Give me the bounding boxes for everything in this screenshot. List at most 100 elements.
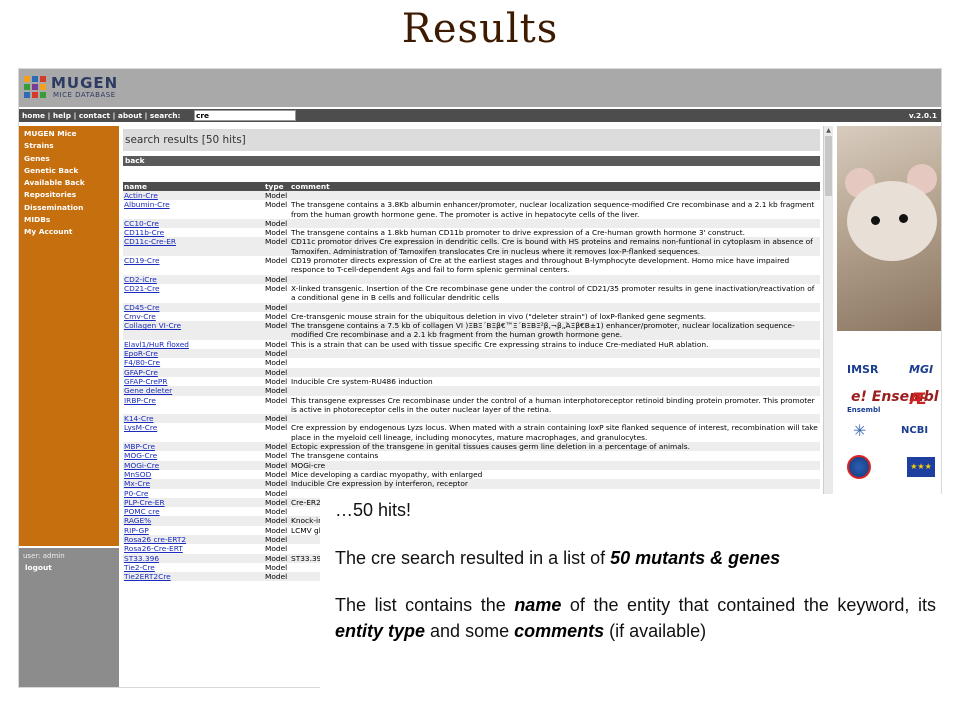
table-row: F4/80-Cre Model xyxy=(123,358,820,368)
logout-link[interactable]: logout xyxy=(19,563,119,572)
result-name-link[interactable]: Cmv-Cre xyxy=(123,311,264,322)
result-name-link[interactable]: MOG-Cre xyxy=(123,451,264,461)
result-type: Model xyxy=(264,553,290,563)
result-type: Model xyxy=(264,349,290,359)
result-comment xyxy=(290,367,820,377)
result-type: Model xyxy=(264,442,290,452)
result-name-link[interactable]: CD2-iCre xyxy=(123,274,264,284)
table-row: CD11c-Cre-ER Model CD11c promotor drives C… xyxy=(123,237,820,257)
imsr-logo[interactable]: IMSR xyxy=(847,363,878,376)
result-comment xyxy=(290,218,820,229)
result-name-link[interactable]: Collagen VI-Cre xyxy=(123,321,264,340)
sidebar-item-repositories[interactable]: Repositories xyxy=(24,189,119,201)
eu-flag-icon: ★★★ xyxy=(907,457,935,477)
result-name-link[interactable]: MBP-Cre xyxy=(123,442,264,452)
result-comment: MOGi-cre xyxy=(290,460,820,470)
result-name-link[interactable]: P0-Cre xyxy=(123,488,264,498)
globe-logo-icon[interactable] xyxy=(847,455,871,479)
column-header-type[interactable]: type xyxy=(264,182,290,191)
result-name-link[interactable]: Rosa26 cre-ERT2 xyxy=(123,534,264,545)
result-name-link[interactable]: POMC cre xyxy=(123,507,264,517)
scroll-up-icon[interactable]: ▲ xyxy=(824,126,833,135)
result-name-link[interactable]: Gene deleter xyxy=(123,386,264,396)
result-comment: Cre-transgenic mouse strain for the ubiq… xyxy=(290,311,820,322)
sidebar-item-genetic-back[interactable]: Genetic Back xyxy=(24,165,119,177)
result-name-link[interactable]: PLP-Cre-ER xyxy=(123,497,264,508)
logo-text[interactable]: MUGEN xyxy=(51,74,118,92)
result-name-link[interactable]: GFAP-Cre xyxy=(123,367,264,377)
result-name-link[interactable]: MOGi-Cre xyxy=(123,460,264,470)
result-name-link[interactable]: RAGE% xyxy=(123,516,264,526)
column-header-name[interactable]: name xyxy=(123,182,264,191)
result-name-link[interactable]: Mx-Cre xyxy=(123,479,264,489)
result-type: Model xyxy=(264,507,290,517)
table-row: GFAP-Cre Model xyxy=(123,367,820,377)
result-name-link[interactable]: CD19-Cre xyxy=(123,256,264,275)
sidebar-item-available-back[interactable]: Available Back xyxy=(24,177,119,189)
table-row: CD11b-Cre Model The transgene contains a 1… xyxy=(123,228,820,238)
result-comment: This is a strain that can be used with t… xyxy=(290,339,820,350)
mouse-head xyxy=(847,181,937,261)
result-name-link[interactable]: CD11c-Cre-ER xyxy=(123,237,264,257)
callout-summary: The cre search resulted in a list of 50 … xyxy=(335,545,936,571)
result-type: Model xyxy=(264,525,290,535)
result-name-link[interactable]: CC10-Cre xyxy=(123,218,264,229)
result-name-link[interactable]: Rosa26-Cre-ERT xyxy=(123,544,264,554)
callout-heading: …50 hits! xyxy=(335,500,412,520)
result-name-link[interactable]: K14-Cre xyxy=(123,414,264,424)
sidebar-item-midbs[interactable]: MIDBs xyxy=(24,214,119,226)
result-name-link[interactable]: GFAP-CrePR xyxy=(123,376,264,387)
column-header-comment[interactable]: comment xyxy=(290,182,820,191)
result-type: Model xyxy=(264,376,290,387)
scroll-thumb[interactable] xyxy=(825,136,832,196)
sidebar-item-my-account[interactable]: My Account xyxy=(24,226,119,238)
result-type: Model xyxy=(264,544,290,554)
version-label: v.2.0.1 xyxy=(908,111,937,120)
result-name-link[interactable]: Actin-Cre xyxy=(123,191,264,201)
result-name-link[interactable]: F4/80-Cre xyxy=(123,358,264,368)
result-comment: The transgene contains a 1.8kb human CD1… xyxy=(290,228,820,238)
result-name-link[interactable]: Tie2-Cre xyxy=(123,562,264,573)
result-name-link[interactable]: CD45-Cre xyxy=(123,302,264,312)
back-button[interactable]: back xyxy=(123,156,820,166)
table-row: CD19-Cre Model CD19 promoter directs expre… xyxy=(123,256,820,275)
ncbi-logo[interactable]: NCBI xyxy=(901,425,928,436)
result-name-link[interactable]: Tie2ERT2Cre xyxy=(123,572,264,582)
mugen-logo-icon xyxy=(23,75,47,99)
table-row: Albumin-Cre Model The transgene contains a… xyxy=(123,200,820,219)
result-name-link[interactable]: MnSOD xyxy=(123,469,264,480)
callout-text: and some xyxy=(425,621,515,641)
result-name-link[interactable]: CD11b-Cre xyxy=(123,228,264,238)
result-name-link[interactable]: ST33.396 xyxy=(123,553,264,563)
table-row: K14-Cre Model xyxy=(123,414,820,424)
callout-summary-emphasis: 50 mutants & genes xyxy=(610,548,781,568)
sidebar-item-strains[interactable]: Strains xyxy=(24,140,119,152)
result-name-link[interactable]: Albumin-Cre xyxy=(123,200,264,219)
result-comment xyxy=(290,191,820,201)
result-name-link[interactable]: IRBP-Cre xyxy=(123,395,264,415)
callout-emphasis-comments: comments xyxy=(514,621,605,641)
result-comment: Ectopic expression of the transgene in g… xyxy=(290,442,820,452)
result-name-link[interactable]: RIP-GP xyxy=(123,525,264,535)
result-name-link[interactable]: EpoR-Cre xyxy=(123,349,264,359)
result-name-link[interactable]: CD21-Cre xyxy=(123,283,264,303)
result-type: Model xyxy=(264,386,290,396)
mgi-logo[interactable]: MGI xyxy=(909,363,933,376)
mouse-eye xyxy=(899,214,908,223)
result-type: Model xyxy=(264,488,290,498)
nav-links[interactable]: home | help | contact | about | search: xyxy=(22,109,180,122)
search-input[interactable] xyxy=(194,110,296,121)
sidebar-item-mugen-mice[interactable]: MUGEN Mice xyxy=(24,128,119,140)
sidebar-item-dissemination[interactable]: Dissemination xyxy=(24,202,119,214)
result-type: Model xyxy=(264,358,290,368)
result-comment xyxy=(290,349,820,359)
table-row: CC10-Cre Model xyxy=(123,218,820,229)
result-name-link[interactable]: Elavl1/HuR floxed xyxy=(123,339,264,350)
result-name-link[interactable]: LysM-Cre xyxy=(123,423,264,443)
sidebar-item-genes[interactable]: Genes xyxy=(24,153,119,165)
ae-logo-icon[interactable]: Æ xyxy=(909,389,926,408)
table-row: Mx-Cre Model Inducible Cre expression by i… xyxy=(123,479,820,489)
table-row: CD45-Cre Model xyxy=(123,302,820,312)
result-type: Model xyxy=(264,534,290,545)
helix-logo-icon[interactable]: ✳ xyxy=(853,421,866,440)
